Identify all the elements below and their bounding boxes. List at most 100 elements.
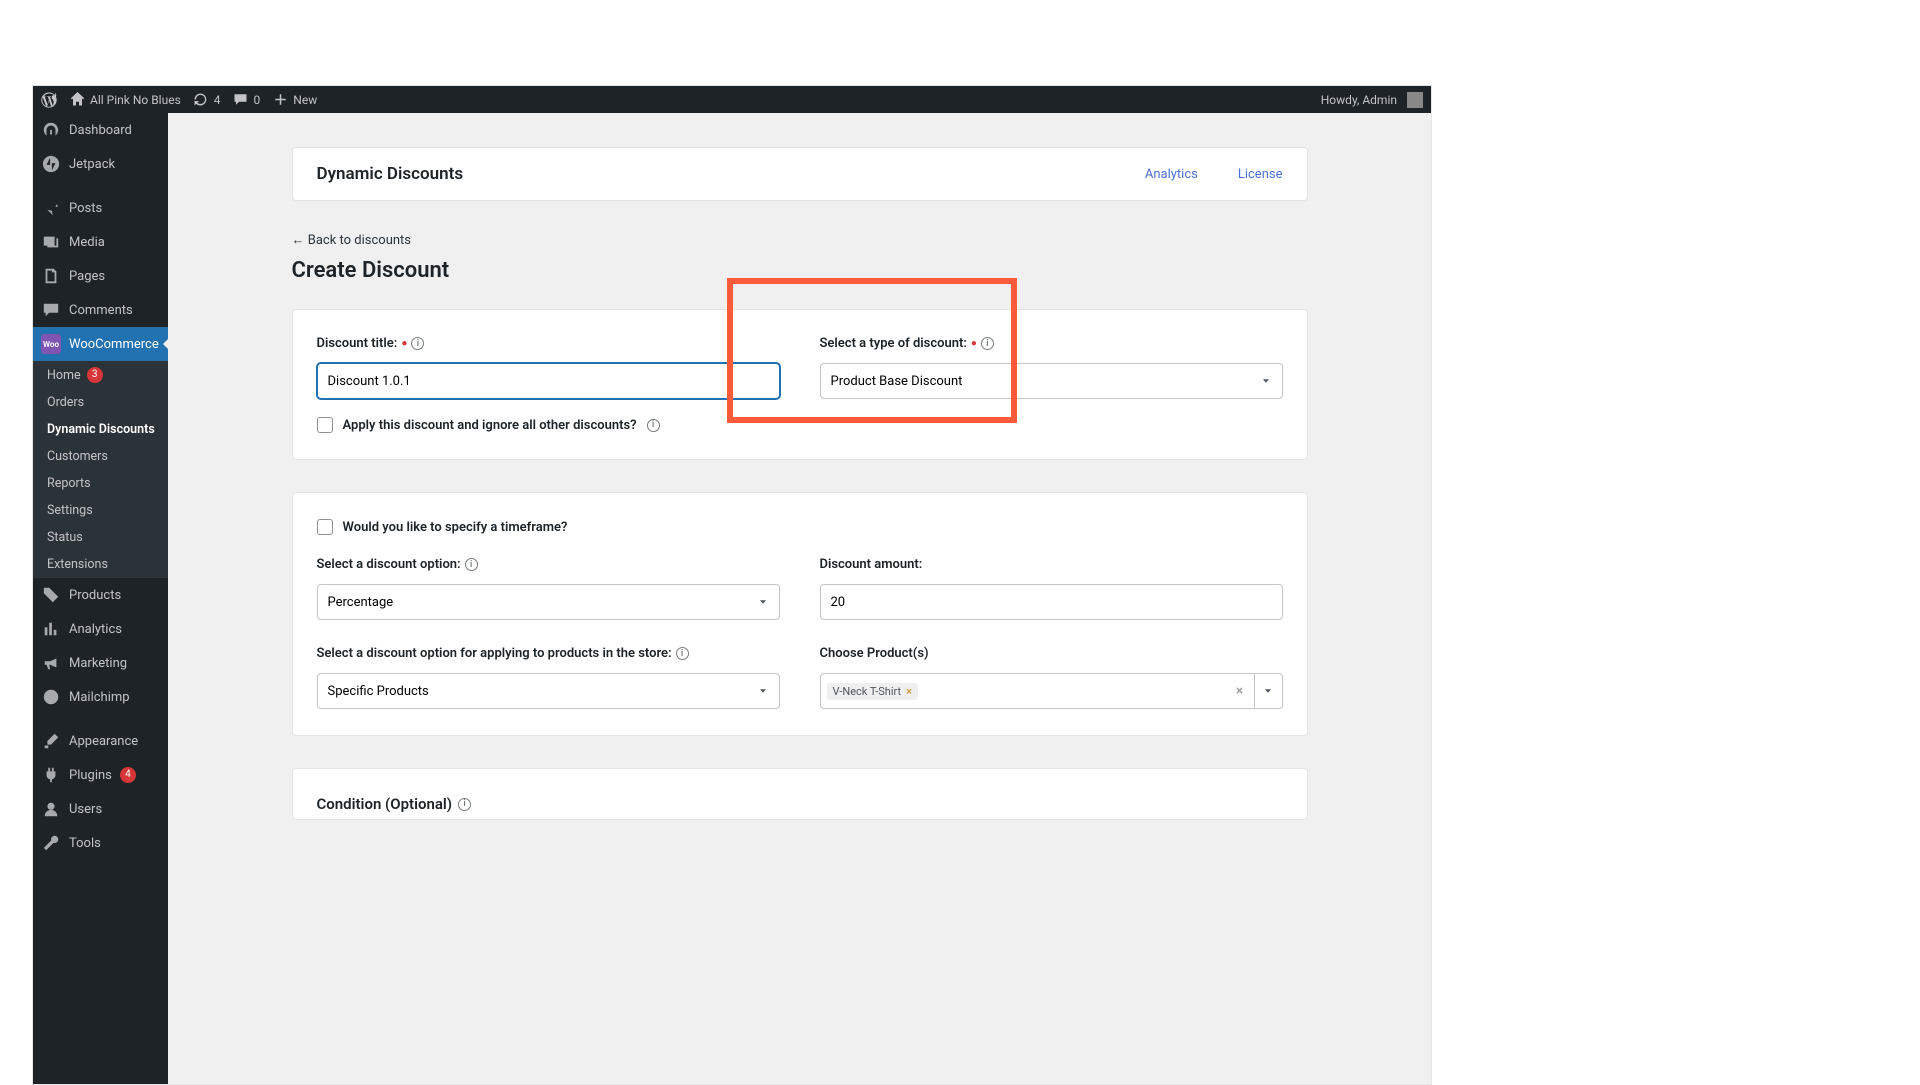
discount-basics-card: Discount title: ● i Apply this discount … xyxy=(292,309,1308,460)
discount-type-select[interactable]: Product Base Discount xyxy=(820,363,1283,399)
sidebar-item-products[interactable]: Products xyxy=(33,578,168,612)
remove-tag-icon[interactable]: × xyxy=(906,685,912,698)
update-icon xyxy=(193,92,209,108)
user-icon xyxy=(41,799,61,819)
required-icon: ● xyxy=(971,338,977,349)
sidebar-item-woo-extensions[interactable]: Extensions xyxy=(33,551,168,578)
apply-option-select[interactable]: Specific Products xyxy=(317,673,780,709)
site-name: All Pink No Blues xyxy=(90,93,181,107)
ignore-others-label: Apply this discount and ignore all other… xyxy=(343,418,637,433)
avatar-icon xyxy=(1407,92,1423,108)
tools-icon xyxy=(41,833,61,853)
comments-link[interactable]: 0 xyxy=(233,92,261,108)
timeframe-label: Would you like to specify a timeframe? xyxy=(343,520,568,535)
media-icon xyxy=(41,232,61,252)
comment-icon xyxy=(233,92,249,108)
header-license-link[interactable]: License xyxy=(1238,167,1283,182)
pages-icon xyxy=(41,266,61,286)
choose-products-label: Choose Product(s) xyxy=(820,646,1283,661)
sidebar-item-appearance[interactable]: Appearance xyxy=(33,724,168,758)
new-label: New xyxy=(293,93,317,107)
sidebar-item-jetpack[interactable]: Jetpack xyxy=(33,147,168,181)
brush-icon xyxy=(41,731,61,751)
content-area: Dynamic Discounts Analytics License ← Ba… xyxy=(168,113,1431,1084)
discount-type-label: Select a type of discount: ● i xyxy=(820,336,1283,351)
discount-option-label: Select a discount option: i xyxy=(317,557,780,572)
sidebar-item-marketing[interactable]: Marketing xyxy=(33,646,168,680)
page-title: Create Discount xyxy=(292,258,1308,283)
sidebar-item-analytics[interactable]: Analytics xyxy=(33,612,168,646)
chevron-down-icon xyxy=(1260,375,1272,387)
plugin-header: Dynamic Discounts Analytics License xyxy=(292,147,1308,201)
clear-products-icon[interactable]: × xyxy=(1226,683,1254,699)
discount-option-select[interactable]: Percentage xyxy=(317,584,780,620)
jetpack-icon xyxy=(41,154,61,174)
info-icon[interactable]: i xyxy=(411,337,424,350)
discount-title-input[interactable] xyxy=(317,363,780,399)
home-badge: 3 xyxy=(87,367,103,383)
apply-option-label: Select a discount option for applying to… xyxy=(317,646,780,661)
sidebar-item-woo-status[interactable]: Status xyxy=(33,524,168,551)
sidebar-item-users[interactable]: Users xyxy=(33,792,168,826)
sidebar-item-woo-orders[interactable]: Orders xyxy=(33,389,168,416)
comments-icon xyxy=(41,300,61,320)
admin-sidebar: Dashboard Jetpack Posts Media Pages Comm… xyxy=(33,113,168,1084)
mailchimp-icon xyxy=(41,687,61,707)
products-icon xyxy=(41,585,61,605)
product-tags[interactable]: V-Neck T-Shirt × xyxy=(821,679,1226,704)
sidebar-item-woo-settings[interactable]: Settings xyxy=(33,497,168,524)
ignore-others-checkbox[interactable] xyxy=(317,417,333,433)
sidebar-item-woo-reports[interactable]: Reports xyxy=(33,470,168,497)
sidebar-item-plugins[interactable]: Plugins 4 xyxy=(33,758,168,792)
info-icon[interactable]: i xyxy=(458,798,471,811)
plugins-badge: 4 xyxy=(120,767,136,783)
info-icon[interactable]: i xyxy=(647,419,660,432)
sidebar-item-posts[interactable]: Posts xyxy=(33,191,168,225)
chevron-down-icon[interactable] xyxy=(1254,674,1282,708)
sidebar-item-comments[interactable]: Comments xyxy=(33,293,168,327)
info-icon[interactable]: i xyxy=(981,337,994,350)
sidebar-item-woo-home[interactable]: Home 3 xyxy=(33,361,168,389)
sidebar-item-media[interactable]: Media xyxy=(33,225,168,259)
account-link[interactable]: Howdy, Admin xyxy=(1321,92,1423,108)
site-name-link[interactable]: All Pink No Blues xyxy=(69,92,181,108)
sidebar-item-pages[interactable]: Pages xyxy=(33,259,168,293)
analytics-icon xyxy=(41,619,61,639)
updates-count: 4 xyxy=(214,93,221,107)
wordpress-icon xyxy=(41,92,57,108)
megaphone-icon xyxy=(41,653,61,673)
chevron-down-icon xyxy=(757,596,769,608)
back-to-discounts-link[interactable]: ← Back to discounts xyxy=(292,232,412,248)
plugin-icon xyxy=(41,765,61,785)
woocommerce-submenu: Home 3 Orders Dynamic Discounts Customer… xyxy=(33,361,168,578)
pin-icon xyxy=(41,198,61,218)
sidebar-item-tools[interactable]: Tools xyxy=(33,826,168,860)
discount-amount-input[interactable] xyxy=(820,584,1283,620)
updates-link[interactable]: 4 xyxy=(193,92,221,108)
info-icon[interactable]: i xyxy=(676,647,689,660)
header-analytics-link[interactable]: Analytics xyxy=(1145,167,1198,182)
home-icon xyxy=(69,92,85,108)
howdy-text: Howdy, Admin xyxy=(1321,93,1397,107)
required-icon: ● xyxy=(401,338,407,349)
sidebar-item-mailchimp[interactable]: Mailchimp xyxy=(33,680,168,714)
info-icon[interactable]: i xyxy=(465,558,478,571)
plus-icon xyxy=(272,92,288,108)
woocommerce-icon: Woo xyxy=(41,334,61,354)
sidebar-item-dashboard[interactable]: Dashboard xyxy=(33,113,168,147)
discount-title-label: Discount title: ● i xyxy=(317,336,780,351)
dashboard-icon xyxy=(41,120,61,140)
choose-products-select[interactable]: V-Neck T-Shirt × × xyxy=(820,673,1283,709)
wp-logo[interactable] xyxy=(41,92,57,108)
discount-config-card: Would you like to specify a timeframe? S… xyxy=(292,492,1308,736)
admin-toolbar: All Pink No Blues 4 0 xyxy=(33,86,1431,113)
timeframe-checkbox[interactable] xyxy=(317,519,333,535)
discount-amount-label: Discount amount: xyxy=(820,557,1283,572)
sidebar-item-woo-dynamic-discounts[interactable]: Dynamic Discounts xyxy=(33,416,168,443)
plugin-title: Dynamic Discounts xyxy=(317,164,1105,184)
new-content-link[interactable]: New xyxy=(272,92,317,108)
sidebar-item-woocommerce[interactable]: WooWooCommerce xyxy=(33,327,168,361)
product-tag: V-Neck T-Shirt × xyxy=(827,683,918,700)
sidebar-item-woo-customers[interactable]: Customers xyxy=(33,443,168,470)
condition-card: Condition (Optional) i xyxy=(292,768,1308,820)
